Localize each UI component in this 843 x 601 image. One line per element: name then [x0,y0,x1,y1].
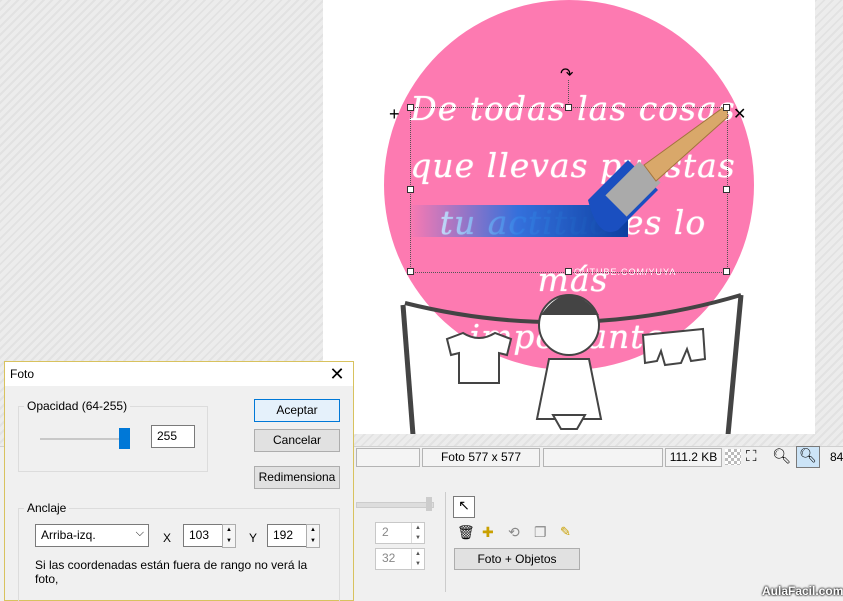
fit-window-icon[interactable]: ⛶ [746,448,757,465]
zoom-icon[interactable]: 🔍︎ [772,447,791,465]
zoom-active-icon[interactable]: 🔍︎ [796,446,820,468]
add-object-icon[interactable]: ✚ [482,524,494,541]
text-object-icon[interactable]: ✎ [560,524,571,540]
status-field [356,448,420,467]
close-icon[interactable]: ✕ [327,363,347,385]
x-spinner[interactable]: ▲ ▼ [222,524,236,548]
rotate-connector [568,80,569,107]
dialog-titlebar[interactable]: Foto ✕ [5,362,353,386]
select-arrow-icon[interactable]: ↖ [453,496,475,518]
x-label: X [163,531,172,545]
chevron-down-icon: ⌵ [135,527,144,539]
range-note: Si las coordenadas están fuera de rango … [35,558,308,586]
opacity-group-label: Opacidad (64-255) [24,399,131,413]
resize-handle[interactable] [407,268,414,275]
resize-handle[interactable] [407,104,414,111]
opacity-slider-thumb[interactable] [119,428,130,449]
divider [445,492,446,592]
anchor-group [18,508,340,601]
spin-input[interactable]: 2 ▲ ▼ [375,522,425,544]
resize-handle[interactable] [565,268,572,275]
selection-box[interactable] [410,107,728,273]
photo-size-field: Foto 577 x 577 [422,448,540,467]
opacity-slider-track[interactable] [40,438,128,440]
size-slider[interactable] [356,502,434,508]
opacity-input[interactable]: 255 [151,425,195,448]
duplicate-object-icon[interactable]: ❐ [534,524,547,541]
y-spinner[interactable]: ▲ ▼ [306,524,320,548]
cancel-button[interactable]: Cancelar [254,429,340,452]
resize-handle[interactable] [407,186,414,193]
photo-objects-button[interactable]: Foto + Objetos [454,548,580,570]
watermark: AulaFacil.com [762,584,843,598]
resize-button[interactable]: Redimensiona [254,466,340,489]
move-handle-icon[interactable]: + [389,104,400,125]
y-label: Y [249,531,258,545]
x-input[interactable]: 103 [183,524,224,547]
resize-handle[interactable] [723,104,730,111]
spin-input[interactable]: 32 ▲ ▼ [375,548,425,570]
photo-dialog: Foto ✕ Opacidad (64-255) 255 Aceptar Can… [4,361,354,601]
resize-handle[interactable] [565,104,572,111]
y-input[interactable]: 192 [267,524,308,547]
rotate-object-icon[interactable]: ⟲ [508,524,520,541]
status-field [543,448,663,467]
zoom-value: 84 [830,450,843,464]
accept-button[interactable]: Aceptar [254,399,340,422]
trash-icon[interactable]: 🗑︎ [457,524,475,541]
resize-handle[interactable] [723,186,730,193]
slider-thumb[interactable] [426,497,432,511]
dialog-title: Foto [10,367,35,381]
rotate-handle-icon[interactable]: ↷ [560,64,573,84]
resize-handle[interactable] [723,268,730,275]
delete-handle-icon[interactable]: ✕ [733,104,746,124]
file-size-field: 111.2 KB [665,448,722,467]
transparency-icon[interactable] [725,449,741,465]
anchor-select[interactable]: Arriba-izq. ⌵ [35,524,149,547]
anchor-group-label: Anclaje [24,501,70,515]
anchor-select-value: Arriba-izq. [41,528,96,542]
clothesline-illustration [400,293,744,434]
